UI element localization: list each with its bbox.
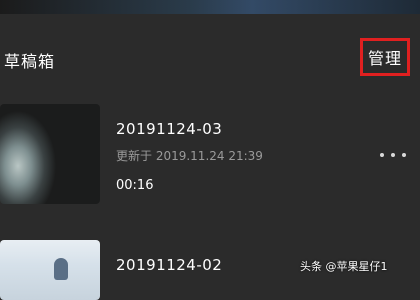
more-dot [391,153,395,157]
watermark: 头条 @苹果星仔1 [300,260,388,273]
top-banner [0,0,420,14]
thumbnail-figure [54,258,68,280]
page-title: 草稿箱 [4,52,56,71]
draft-item[interactable]: 20191124-03 更新于 2019.11.24 21:39 00:16 [0,104,420,208]
draft-name: 20191124-03 [116,120,223,138]
draft-updated-time: 更新于 2019.11.24 21:39 [116,149,263,163]
more-options-icon[interactable] [380,148,406,162]
manage-button[interactable]: 管理 [360,38,410,76]
drafts-header: 草稿箱 管理 [0,38,420,78]
more-dot [380,153,384,157]
more-dot [402,153,406,157]
draft-name: 20191124-02 [116,256,223,274]
draft-duration: 00:16 [116,178,154,193]
draft-thumbnail[interactable] [0,104,100,204]
draft-thumbnail[interactable] [0,240,100,300]
